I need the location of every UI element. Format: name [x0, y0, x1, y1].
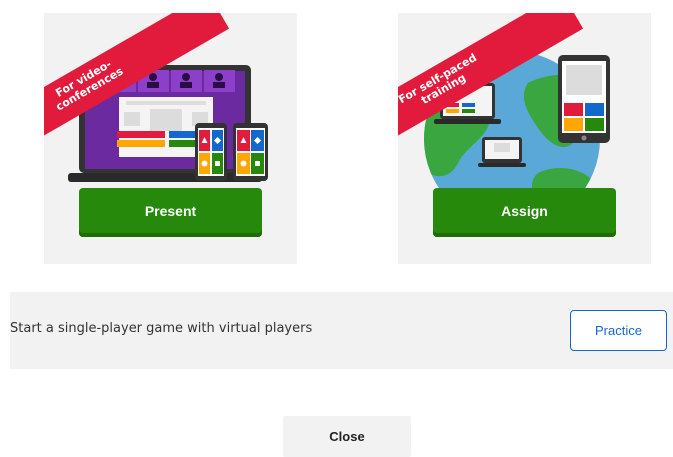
practice-button[interactable]: Practice [570, 310, 667, 351]
practice-description: Start a single-player game with virtual … [10, 321, 313, 336]
present-button[interactable]: Present [79, 188, 262, 237]
assign-option-card[interactable]: For self-paced training Assign [398, 13, 651, 264]
assign-button[interactable]: Assign [433, 188, 616, 237]
present-option-card[interactable]: For video-conferences Present [44, 13, 297, 264]
practice-option-bar: Start a single-player game with virtual … [10, 292, 673, 369]
close-button[interactable]: Close [283, 416, 411, 457]
